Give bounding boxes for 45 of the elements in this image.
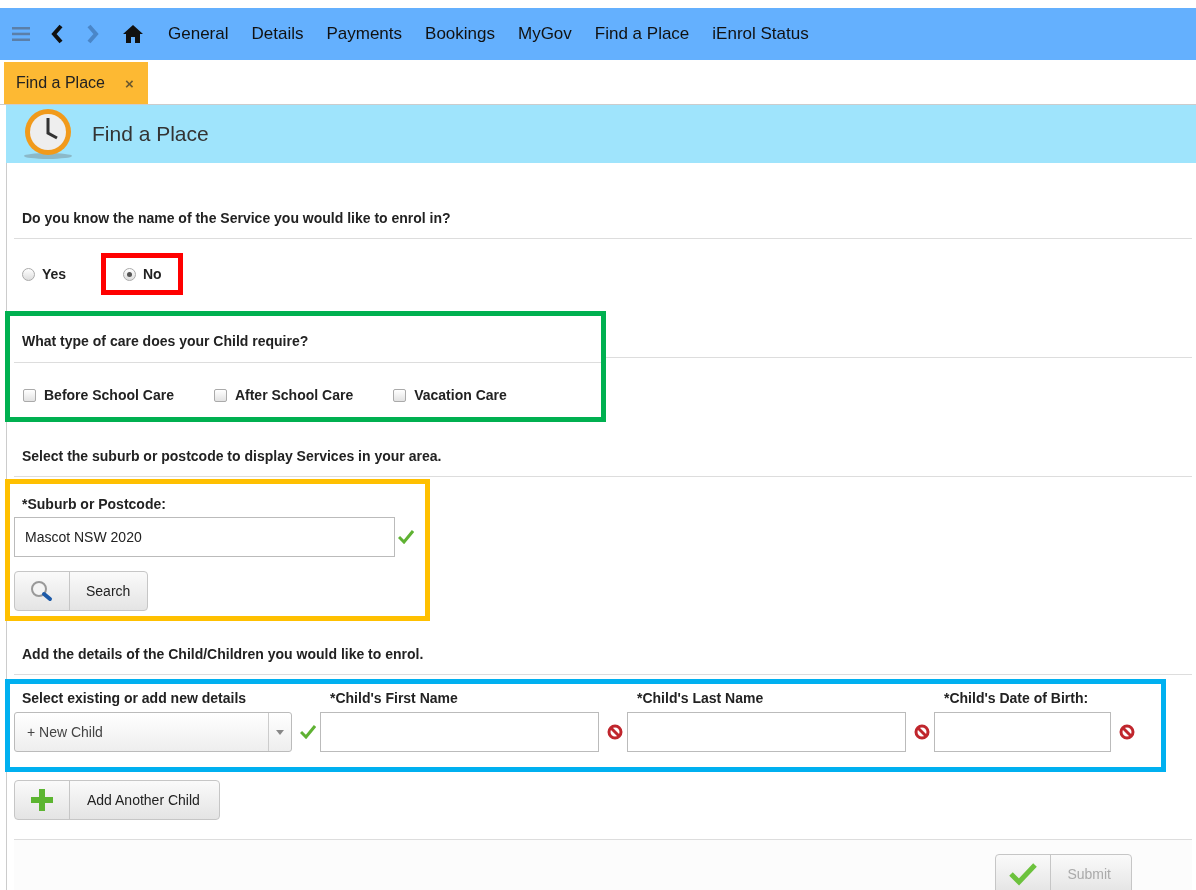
- field-label: *Child's First Name: [329, 690, 459, 706]
- checkbox-option[interactable]: Before School Care: [23, 387, 174, 403]
- home-icon[interactable]: [122, 24, 144, 44]
- checkbox[interactable]: [23, 388, 36, 402]
- radio-button[interactable]: [22, 267, 35, 281]
- field-label: *Suburb or Postcode:: [21, 495, 167, 514]
- menu-icon[interactable]: [12, 27, 30, 41]
- tab[interactable]: Find a Place ×: [4, 62, 148, 104]
- checkbox[interactable]: [213, 388, 227, 402]
- question-text: What type of care does your Child require?: [21, 332, 310, 351]
- radio-option[interactable]: No: [123, 266, 162, 282]
- radio-button[interactable]: [123, 267, 136, 281]
- search-button[interactable]: Search: [14, 571, 149, 611]
- nav-link[interactable]: General: [168, 24, 229, 44]
- nav-link[interactable]: iEnrol Status: [712, 24, 809, 44]
- nav-link[interactable]: Payments: [326, 24, 403, 44]
- radio-option[interactable]: Yes: [22, 266, 67, 282]
- section-heading: Add the details of the Child/Children you would like to enrol.: [21, 645, 425, 664]
- suburb-field[interactable]: Mascot NSW 2020: [14, 517, 395, 557]
- child-dropdown[interactable]: + New Child: [14, 712, 292, 752]
- input-field[interactable]: [320, 712, 599, 752]
- nav-link[interactable]: MyGov: [518, 24, 572, 44]
- search-icon: [29, 580, 55, 602]
- tab-label: Find a Place: [16, 74, 105, 92]
- nav-link[interactable]: Details: [251, 24, 304, 44]
- page-title: Find a Place: [92, 122, 209, 146]
- checkbox[interactable]: [393, 388, 407, 402]
- back-icon[interactable]: [50, 24, 64, 44]
- add-child-button[interactable]: Add Another Child: [14, 780, 220, 820]
- question-text: Do you know the name of the Service you would like to enrol in?: [21, 209, 452, 228]
- nav-link[interactable]: Find a Place: [594, 24, 690, 44]
- check-icon: [1008, 862, 1039, 886]
- field-label: *Child's Last Name: [636, 690, 765, 706]
- plus-icon: [30, 788, 54, 812]
- input-field[interactable]: [934, 712, 1111, 752]
- section-heading: Select the suburb or postcode to display Services in your area.: [21, 447, 443, 466]
- forward-icon[interactable]: [86, 24, 100, 44]
- nav-link[interactable]: Bookings: [425, 24, 495, 44]
- checkbox-option[interactable]: After School Care: [213, 387, 354, 403]
- input-field[interactable]: [627, 712, 906, 752]
- field-label: *Child's Date of Birth:: [943, 690, 1090, 706]
- caret-icon: [276, 729, 284, 735]
- close-icon[interactable]: ×: [124, 74, 134, 92]
- field-label: Select existing or add new details: [21, 690, 248, 706]
- checkbox-option[interactable]: Vacation Care: [393, 387, 507, 403]
